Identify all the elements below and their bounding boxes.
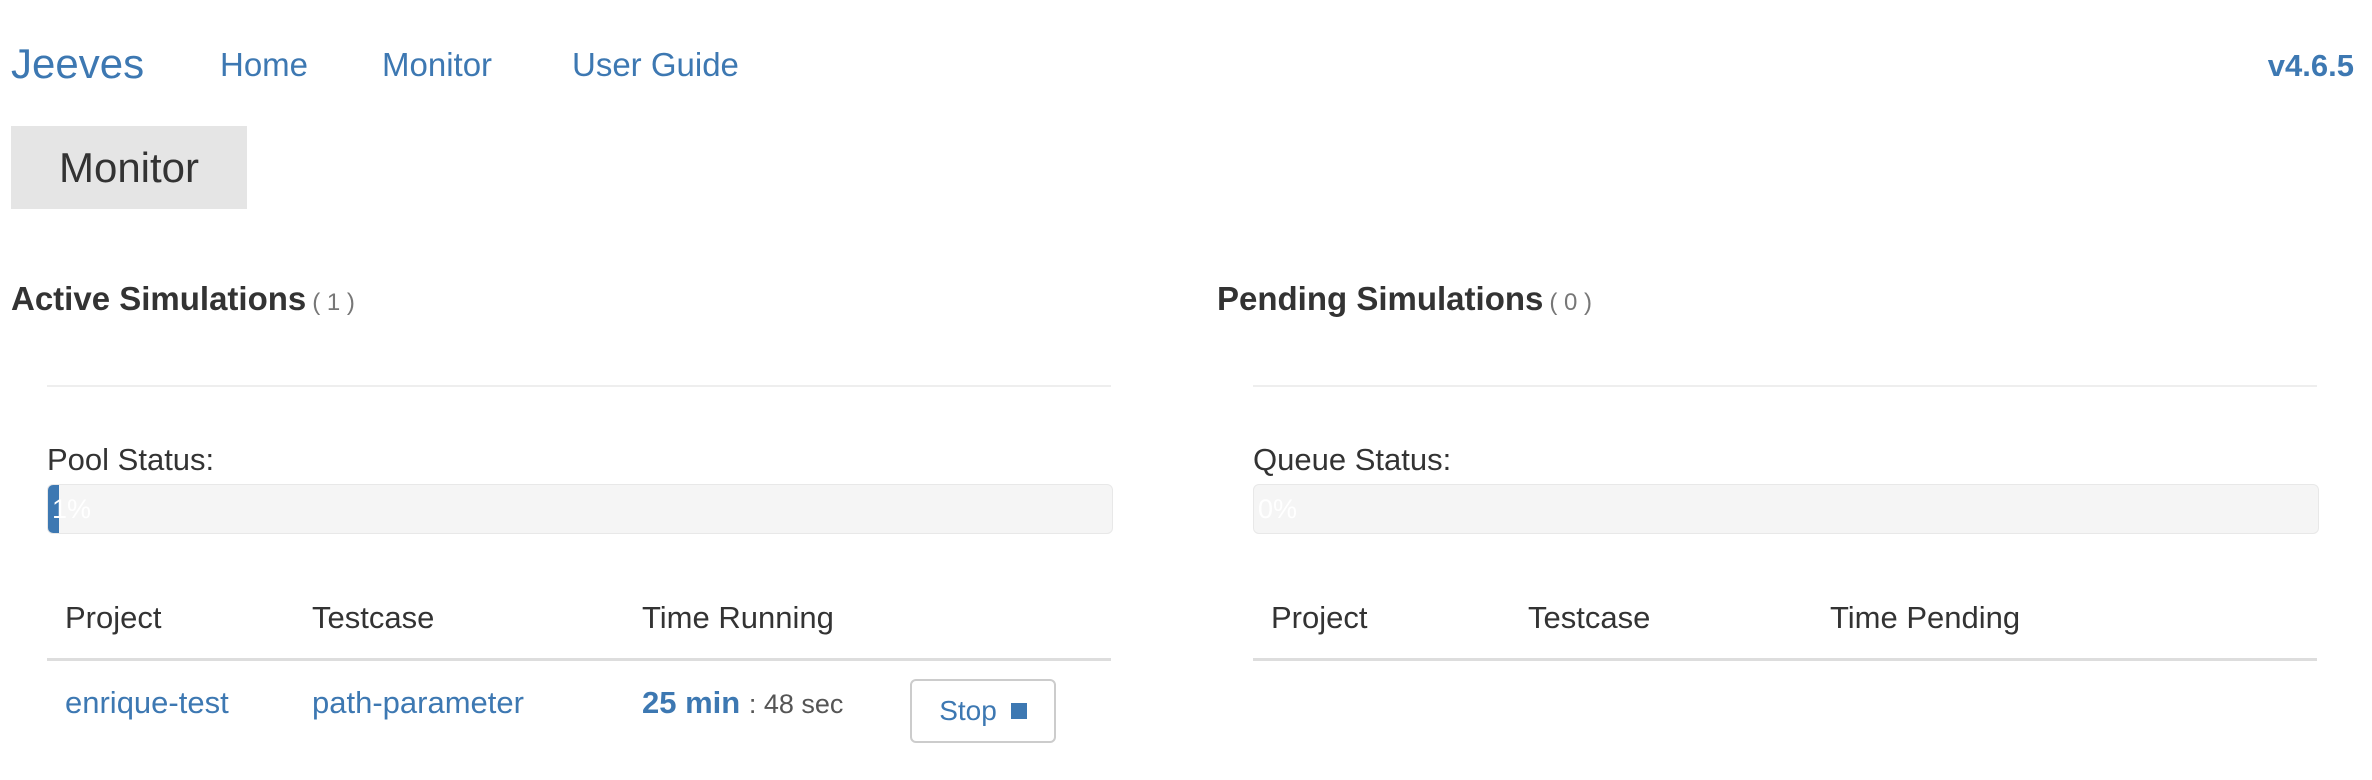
table-header: Project Testcase Time Running xyxy=(47,590,1111,661)
divider xyxy=(1253,385,2317,387)
pool-status-progress-text: 1% xyxy=(52,494,92,524)
divider xyxy=(47,385,1111,387)
table-row: enrique-test path-parameter 25 min : 48 … xyxy=(47,661,1111,751)
pending-simulations-heading: Pending Simulations( 0 ) xyxy=(1217,280,1592,318)
queue-status-progress-bar: 0% xyxy=(1253,484,2319,534)
pending-simulations-title: Pending Simulations xyxy=(1217,280,1544,317)
pending-simulations-panel: Pending Simulations( 0 ) Queue Status: 0… xyxy=(1217,270,2367,780)
stop-button-label: Stop xyxy=(939,695,997,726)
page-title: Monitor xyxy=(11,126,247,209)
pool-status-label: Pool Status: xyxy=(47,442,215,477)
brand-link[interactable]: Jeeves xyxy=(11,40,144,88)
pool-status-progress-bar: 1% xyxy=(47,484,1113,534)
column-header-project: Project xyxy=(65,600,162,635)
column-header-testcase: Testcase xyxy=(1528,600,1651,635)
time-running-seconds: : 48 sec xyxy=(748,689,844,719)
time-running: 25 min : 48 sec xyxy=(642,685,843,721)
stop-button[interactable]: Stop xyxy=(910,679,1056,743)
queue-status-progress-text: 0% xyxy=(1258,494,1298,524)
pending-simulations-count: ( 0 ) xyxy=(1549,289,1593,316)
column-header-testcase: Testcase xyxy=(312,600,435,635)
navbar: Jeeves Home Monitor User Guide v4.6.5 xyxy=(0,0,2372,130)
active-simulations-panel: Active Simulations( 1 ) Pool Status: 1% … xyxy=(11,270,1161,780)
column-header-time-pending: Time Pending xyxy=(1830,600,2021,635)
nav-link-home[interactable]: Home xyxy=(220,46,308,84)
stop-square-icon xyxy=(1010,703,1027,719)
time-running-minutes: 25 min xyxy=(642,685,741,720)
table-header: Project Testcase Time Pending xyxy=(1253,590,2317,661)
queue-status-label: Queue Status: xyxy=(1253,442,1452,477)
testcase-link[interactable]: path-parameter xyxy=(312,685,524,721)
active-simulations-count: ( 1 ) xyxy=(312,289,355,316)
active-simulations-title: Active Simulations xyxy=(11,280,307,317)
active-simulations-table: Project Testcase Time Running enrique-te… xyxy=(47,590,1111,751)
project-link[interactable]: enrique-test xyxy=(65,685,229,721)
pending-simulations-table: Project Testcase Time Pending xyxy=(1253,590,2317,661)
version-label: v4.6.5 xyxy=(2267,48,2354,83)
column-header-project: Project xyxy=(1271,600,1368,635)
nav-link-user-guide[interactable]: User Guide xyxy=(572,46,739,84)
column-header-time-running: Time Running xyxy=(642,600,834,635)
active-simulations-heading: Active Simulations( 1 ) xyxy=(11,280,355,318)
nav-link-monitor[interactable]: Monitor xyxy=(382,46,492,84)
